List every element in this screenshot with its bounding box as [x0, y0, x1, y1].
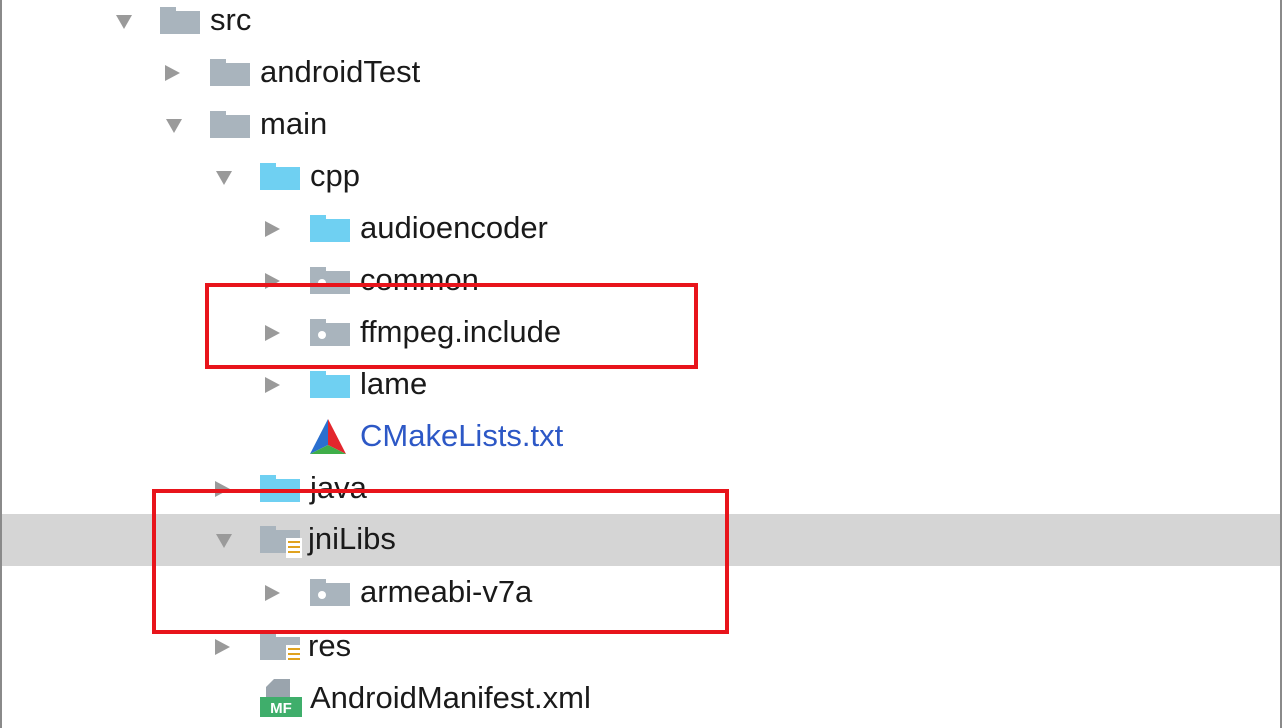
manifest-file-icon: MF — [260, 677, 302, 719]
collapsed-arrow-icon[interactable] — [262, 219, 282, 239]
tree-item-cmakelists[interactable]: CMakeLists.txt — [2, 411, 1280, 463]
tree-item-label: main — [260, 106, 328, 141]
cmake-icon — [308, 417, 348, 457]
tree-item-label: AndroidManifest.xml — [310, 680, 591, 715]
tree-item-label: common — [360, 262, 479, 297]
tree-item-audioencoder[interactable]: audioencoder — [2, 203, 1280, 255]
source-folder-icon — [310, 213, 350, 243]
tree-item-lame[interactable]: lame — [2, 359, 1280, 411]
tree-item-java[interactable]: java — [2, 463, 1280, 515]
tree-item-label: cpp — [310, 158, 360, 193]
resources-folder-icon — [260, 631, 302, 665]
source-folder-icon — [260, 161, 300, 191]
source-folder-icon — [260, 473, 300, 503]
tree-item-ffmpeg-include[interactable]: ffmpeg.include — [2, 307, 1280, 359]
tree-item-label: armeabi-v7a — [360, 574, 533, 609]
tree-item-label: jniLibs — [308, 521, 396, 556]
tree-item-label: src — [210, 2, 252, 37]
source-folder-icon — [310, 369, 350, 399]
tree-item-armeabi-v7a[interactable]: armeabi-v7a — [2, 567, 1280, 619]
collapsed-arrow-icon[interactable] — [262, 271, 282, 291]
expanded-arrow-icon[interactable] — [114, 11, 134, 31]
tree-item-label: lame — [360, 366, 428, 401]
tree-item-main[interactable]: main — [2, 99, 1280, 151]
expanded-arrow-icon[interactable] — [214, 530, 234, 550]
tree-item-label: ffmpeg.include — [360, 314, 562, 349]
package-folder-icon — [310, 265, 350, 295]
tree-item-src[interactable]: src — [2, 0, 1280, 47]
tree-item-androidtest[interactable]: androidTest — [2, 47, 1280, 99]
manifest-badge-text: MF — [270, 700, 292, 717]
tree-item-label: androidTest — [260, 54, 421, 89]
tree-item-cpp[interactable]: cpp — [2, 151, 1280, 203]
collapsed-arrow-icon[interactable] — [262, 583, 282, 603]
collapsed-arrow-icon[interactable] — [262, 375, 282, 395]
tree-item-label: audioencoder — [360, 210, 548, 245]
project-tree: src androidTest main cpp audioencoder co… — [0, 0, 1284, 728]
collapsed-arrow-icon[interactable] — [212, 637, 232, 657]
resources-folder-icon — [260, 524, 302, 558]
tree-item-label: java — [310, 470, 367, 505]
collapsed-arrow-icon[interactable] — [212, 479, 232, 499]
folder-icon — [210, 57, 250, 87]
tree-item-androidmanifest[interactable]: MF AndroidManifest.xml — [2, 673, 1280, 725]
tree-item-label: res — [308, 628, 352, 663]
collapsed-arrow-icon[interactable] — [162, 63, 182, 83]
tree-item-label: CMakeLists.txt — [360, 418, 564, 453]
collapsed-arrow-icon[interactable] — [262, 323, 282, 343]
expanded-arrow-icon[interactable] — [164, 115, 184, 135]
tree-item-common[interactable]: common — [2, 255, 1280, 307]
package-folder-icon — [310, 317, 350, 347]
folder-icon — [210, 109, 250, 139]
tree-item-jnilibs[interactable]: jniLibs — [2, 514, 1280, 566]
folder-icon — [160, 5, 200, 35]
expanded-arrow-icon[interactable] — [214, 167, 234, 187]
package-folder-icon — [310, 577, 350, 607]
tree-item-res[interactable]: res — [2, 621, 1280, 673]
